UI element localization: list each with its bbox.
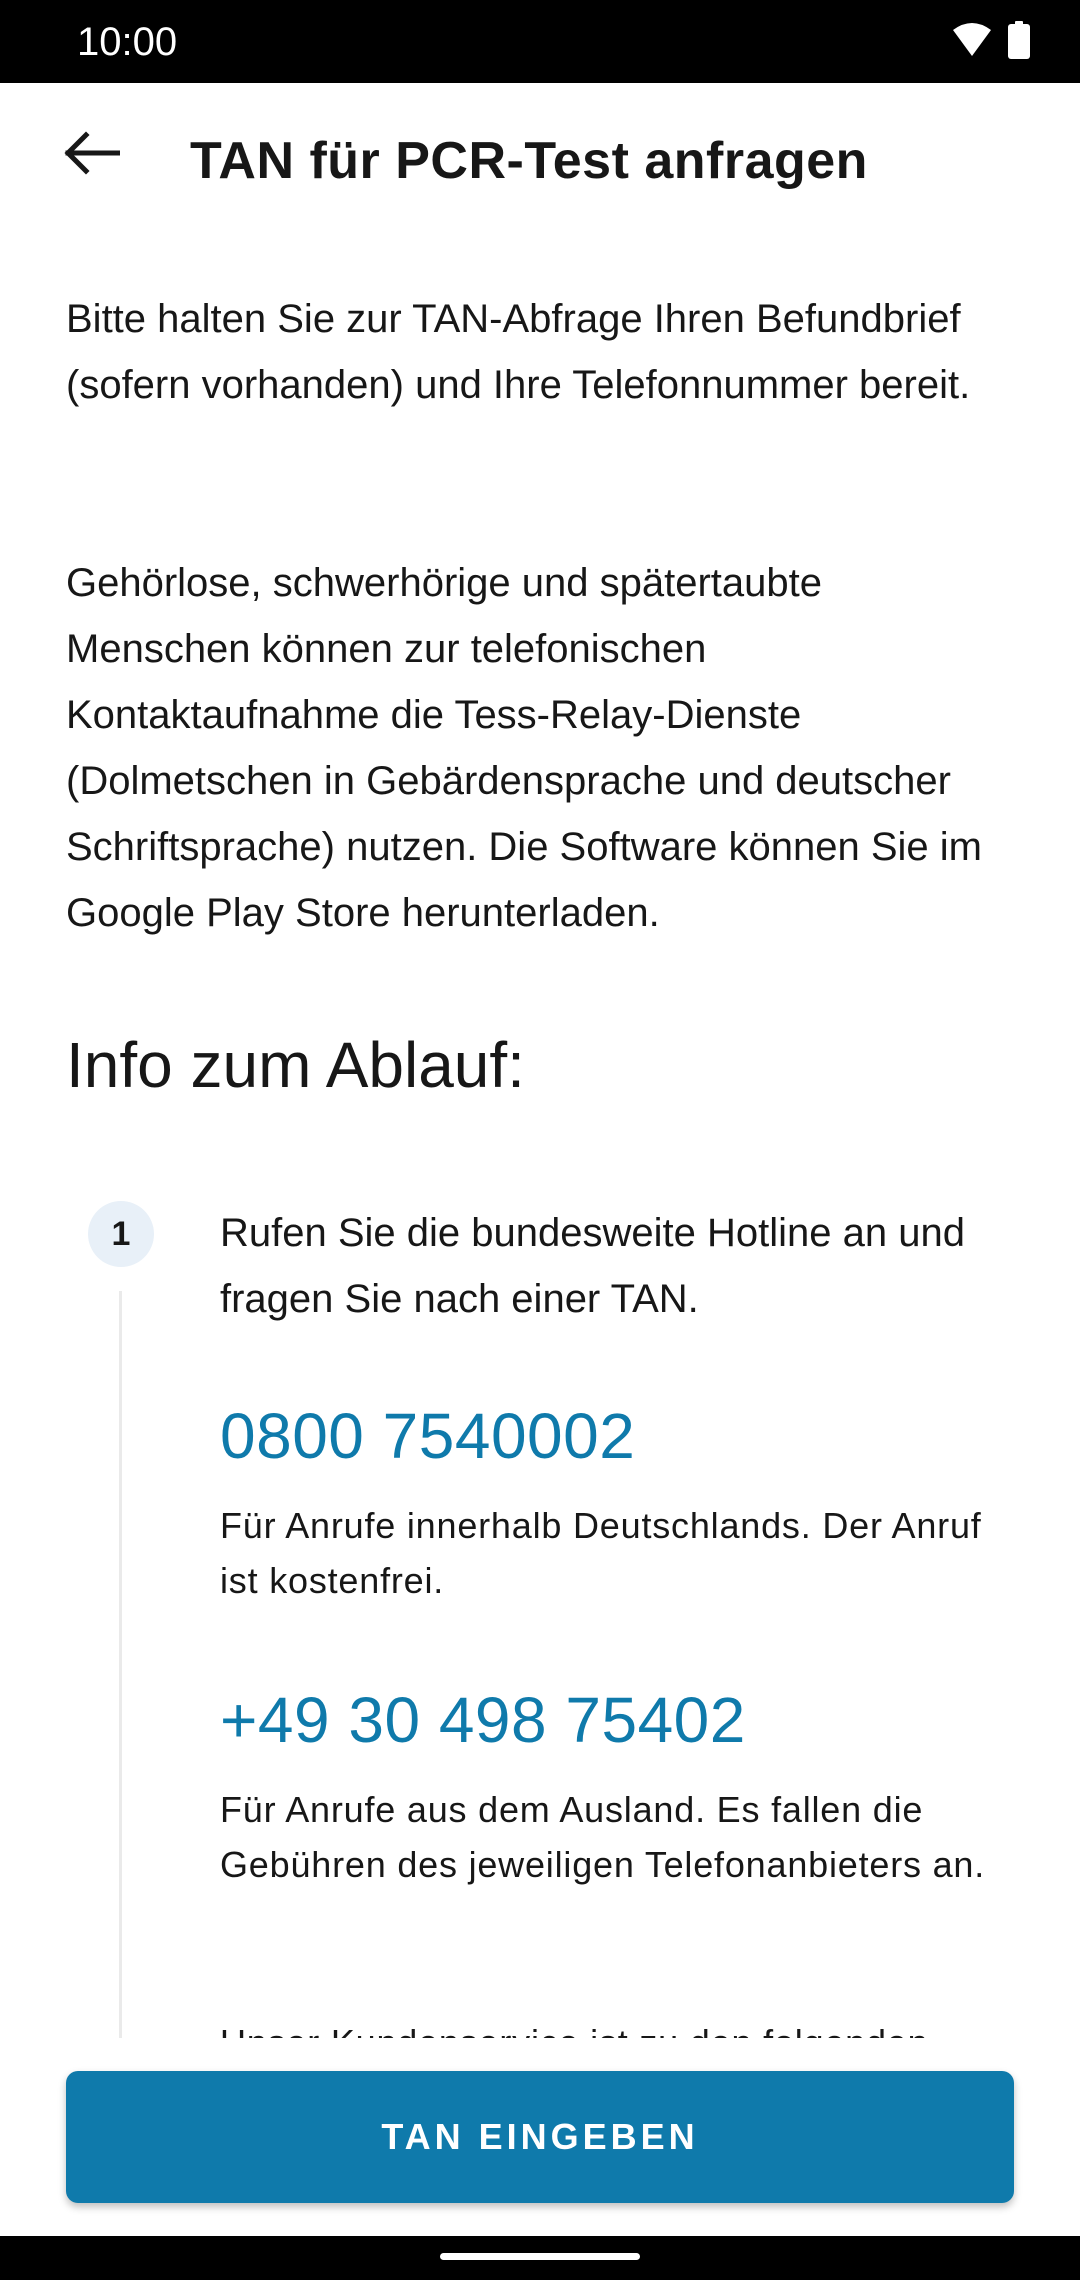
- scroll-content[interactable]: Bitte halten Sie zur TAN-Abfrage Ihren B…: [0, 243, 1080, 2038]
- intro-text: Bitte halten Sie zur TAN-Abfrage Ihren B…: [66, 297, 971, 407]
- bottom-action-area: TAN EINGEBEN: [0, 2038, 1080, 2238]
- navigation-bar: [0, 2236, 1080, 2280]
- accessibility-info-text: Gehörlose, schwerhörige und spätertaubte…: [66, 561, 982, 935]
- status-icons: [952, 20, 1030, 63]
- hotline-domestic-link[interactable]: 0800 7540002: [220, 1396, 635, 1476]
- enter-tan-button[interactable]: TAN EINGEBEN: [66, 2071, 1014, 2203]
- step-1-text: Rufen Sie die bundesweite Hotline an und…: [220, 1211, 965, 1321]
- hotline-international-link[interactable]: +49 30 498 75402: [220, 1680, 746, 1760]
- status-bar: 10:00: [0, 0, 1080, 83]
- page-title: TAN für PCR-Test anfragen: [190, 132, 868, 190]
- hotline-international-note: Für Anrufe aus dem Ausland. Es fallen di…: [220, 1789, 986, 1885]
- hotline-domestic-note: Für Anrufe innerhalb Deutschlands. Der A…: [220, 1505, 982, 1601]
- status-time: 10:00: [77, 20, 178, 64]
- step-connector-line: [119, 1291, 122, 2038]
- app-bar: TAN für PCR-Test anfragen: [0, 83, 1080, 243]
- home-gesture-handle[interactable]: [440, 2253, 640, 2260]
- step-number-badge: 1: [88, 1201, 154, 1267]
- process-heading: Info zum Ablauf:: [66, 1029, 525, 1101]
- back-button[interactable]: [52, 115, 132, 195]
- arrow-back-icon: [64, 130, 121, 180]
- wifi-icon: [952, 22, 992, 63]
- service-hours-text: Unser Kundenservice ist zu den folgenden: [220, 2015, 1000, 2038]
- battery-icon: [1008, 20, 1030, 64]
